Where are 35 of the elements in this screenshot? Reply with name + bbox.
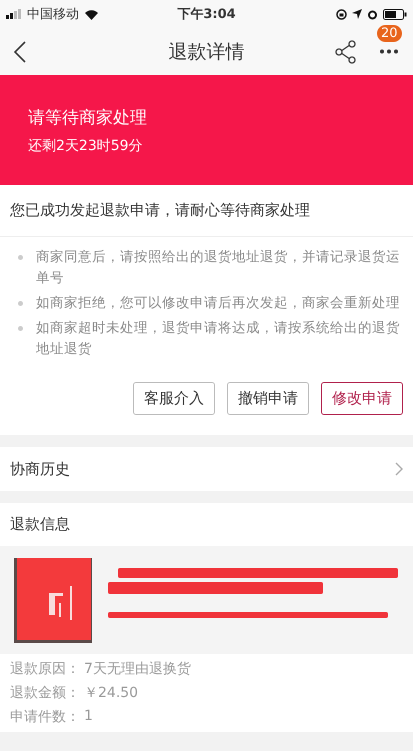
carrier-name: 中国移动 — [27, 6, 79, 23]
section-title: 退款信息 — [9, 514, 71, 535]
bullet-icon — [18, 301, 23, 306]
battery-icon — [383, 8, 407, 20]
field-label: 退款原因： — [10, 660, 80, 678]
more-icon[interactable] — [379, 49, 399, 54]
wifi-icon — [84, 8, 99, 20]
status-message: 您已成功发起退款申请，请耐心等待商家处理 — [0, 185, 413, 237]
alarm-icon — [367, 8, 378, 20]
bullet-icon — [18, 326, 23, 331]
action-button[interactable]: 客服介入 — [133, 382, 215, 415]
action-button[interactable]: 撤销申请 — [227, 382, 309, 415]
field-value: ￥24.50 — [84, 684, 138, 702]
chevron-right-icon — [395, 462, 403, 476]
history-row[interactable]: 协商历史 — [0, 447, 413, 491]
banner-title: 请等待商家处理 — [28, 106, 148, 128]
lock-rotation-icon — [336, 8, 347, 20]
tip-text: 如商家拒绝，您可以修改申请后再次发起，商家会重新处理 — [36, 294, 400, 313]
field-label: 申请件数： — [10, 708, 80, 726]
back-icon[interactable] — [14, 40, 26, 62]
location-icon — [352, 9, 362, 19]
signal-icon — [6, 9, 22, 19]
share-icon[interactable] — [335, 40, 357, 64]
field-label: 退款金额： — [10, 684, 80, 702]
status-time: 下午3:04 — [177, 6, 236, 23]
history-label: 协商历史 — [10, 460, 70, 478]
field-value: 7天无理由退换货 — [84, 660, 191, 678]
field-value: 1 — [84, 708, 93, 726]
countdown-text: 还剩2天23时59分 — [28, 136, 144, 154]
tip-text: 如商家超时未处理，退货申请将达成，请按系统给出的退货地址退货 — [36, 319, 401, 359]
action-button[interactable]: 修改申请 — [321, 382, 403, 415]
bullet-icon — [18, 255, 23, 260]
tip-text: 商家同意后，请按照给出的退货地址退货，并请记录退货运单号 — [36, 248, 401, 288]
notification-badge: 20 — [377, 25, 402, 42]
page-title: 退款详情 — [168, 40, 244, 64]
